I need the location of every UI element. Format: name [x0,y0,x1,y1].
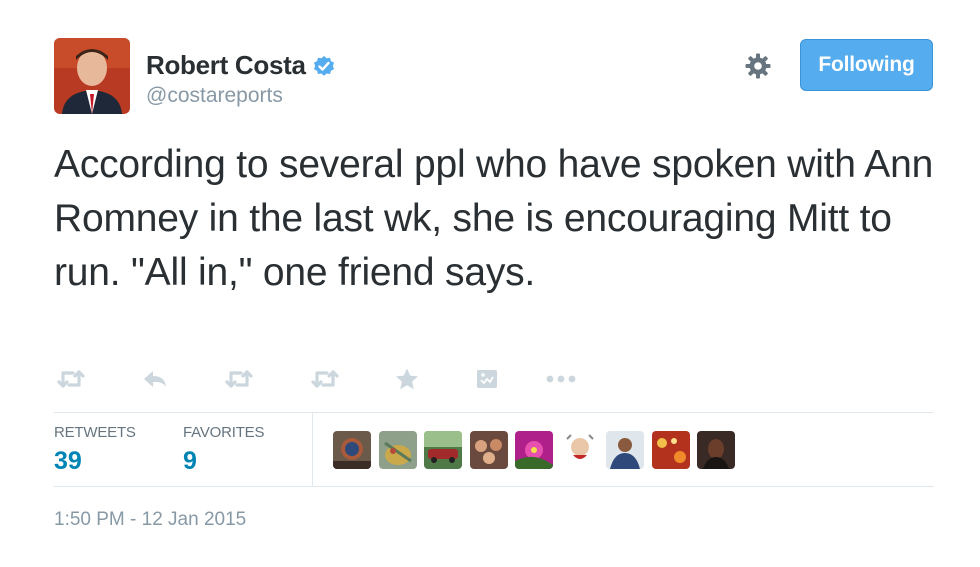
author-handle[interactable]: @costareports [146,84,283,108]
divider-bottom [54,486,934,487]
more-icon[interactable] [544,364,578,394]
favoriter-avatar[interactable] [333,431,371,469]
tweet-text: According to several ppl who have spoken… [54,143,934,294]
favoriter-avatar[interactable] [424,431,462,469]
following-button[interactable]: Following [800,39,933,91]
tweet-actions [54,364,594,394]
favoriter-avatar[interactable] [697,431,735,469]
star-icon[interactable] [390,364,424,394]
favorites-stat[interactable]: FAVORITES 9 [183,424,264,476]
retweet-icon[interactable] [54,364,88,394]
favoriter-avatar[interactable] [560,431,599,469]
favoriter-avatar[interactable] [651,431,690,469]
divider-top [54,412,934,413]
retweets-count[interactable]: 39 [54,447,136,476]
retweets-label: RETWEETS [54,424,136,441]
reply-icon[interactable] [138,364,172,394]
retweets-stat[interactable]: RETWEETS 39 [54,424,136,476]
author-name-row[interactable]: Robert Costa [146,50,336,81]
favoriter-avatar[interactable] [469,431,508,469]
retweet-icon[interactable] [222,364,256,394]
tweet-timestamp[interactable]: 1:50 PM - 12 Jan 2015 [54,509,246,531]
stats-separator [312,412,313,486]
author-name[interactable]: Robert Costa [146,50,306,81]
favorites-label: FAVORITES [183,424,265,441]
favorites-count[interactable]: 9 [183,447,264,476]
favoriter-avatar[interactable] [515,431,553,469]
verified-badge-icon [313,55,334,76]
favoriter-avatar[interactable] [606,431,644,469]
embed-icon[interactable] [470,364,504,394]
gear-icon[interactable] [744,52,772,80]
favoriter-avatar[interactable] [378,431,417,469]
favoriter-avatars [333,431,743,469]
tweet-card: Robert Costa @costareports Following Acc… [0,0,980,567]
retweet-icon[interactable] [308,364,342,394]
author-avatar[interactable] [54,38,130,114]
